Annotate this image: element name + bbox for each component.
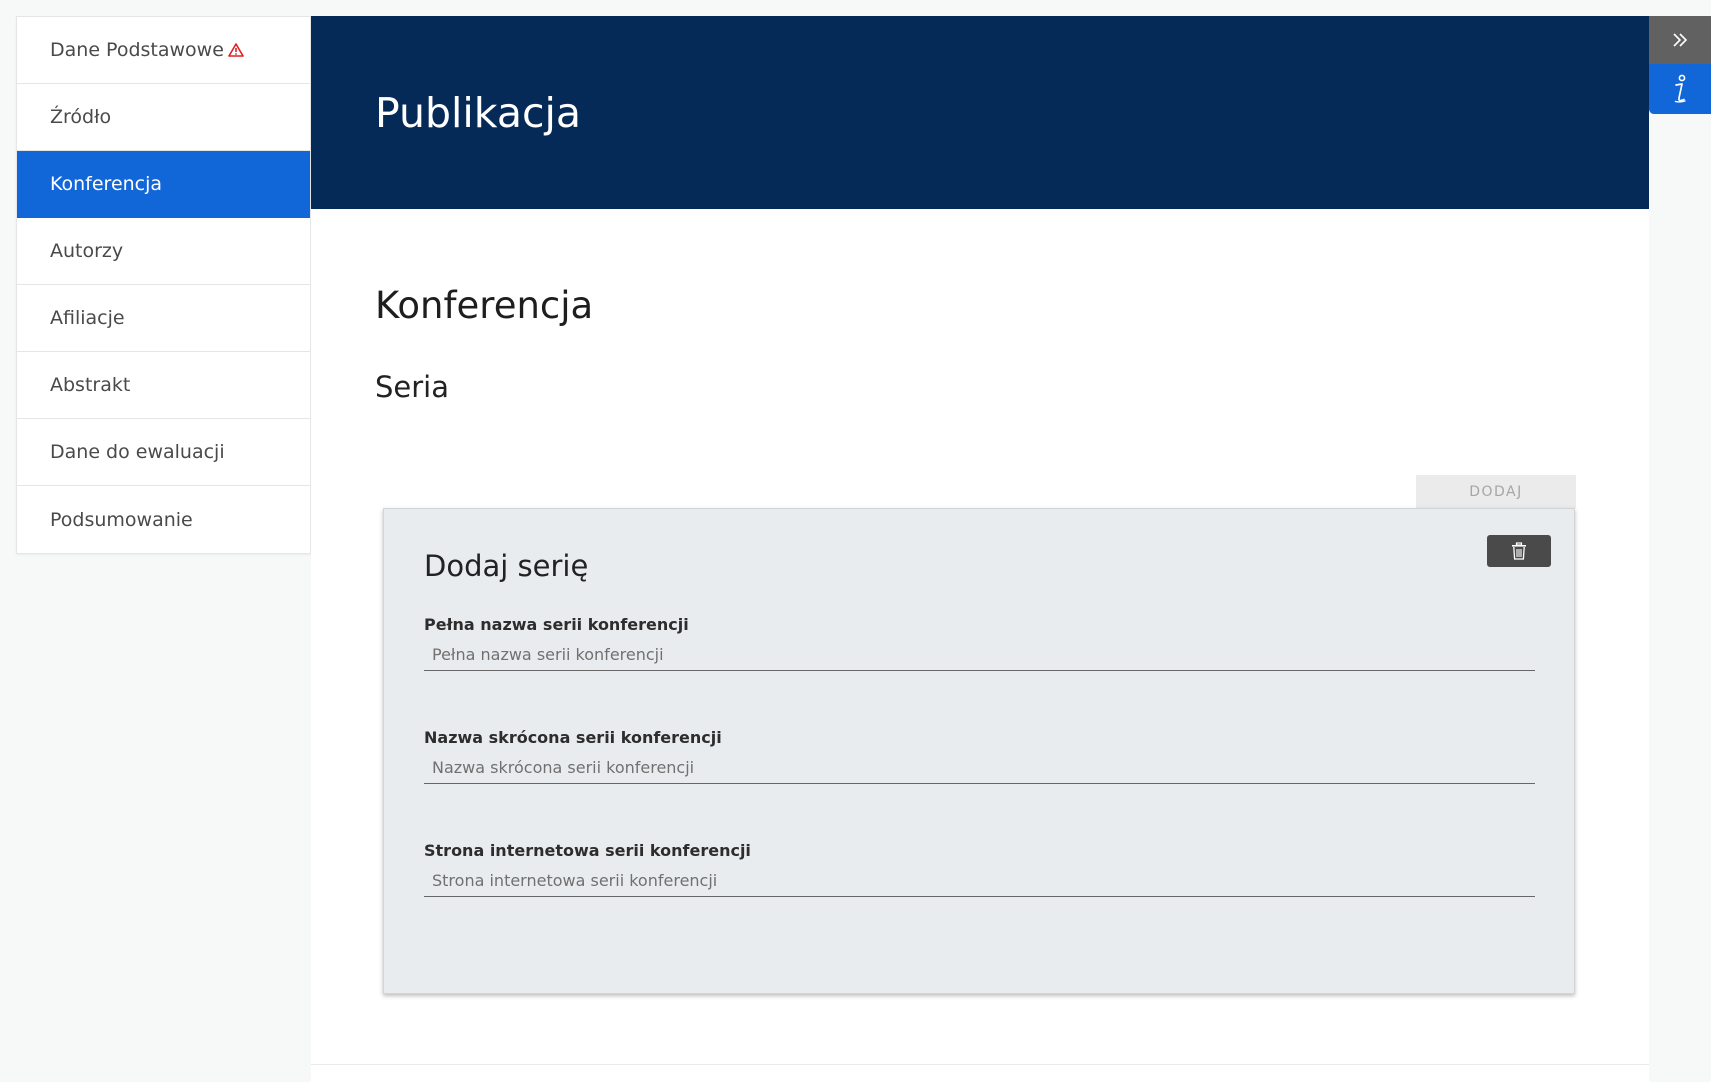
sidebar-item-podsumowanie[interactable]: Podsumowanie [17,486,310,553]
trash-icon [1512,542,1526,560]
short-name-input[interactable] [424,755,1535,784]
page: Dane Podstawowe Źródło Konferencja Autor… [0,0,1711,1082]
sidebar-item-label: Źródło [50,106,112,128]
page-header: Publikacja [311,16,1649,209]
delete-series-button[interactable] [1487,535,1551,567]
page-title: Publikacja [375,88,582,137]
info-icon [1674,74,1686,103]
sidebar-item-label: Dane do ewaluacji [50,441,225,463]
website-label: Strona internetowa serii konferencji [424,841,751,860]
section-title: Konferencja [375,284,594,327]
website-field-group: Strona internetowa serii konferencji [424,841,1535,897]
footer-divider [311,1064,1649,1065]
sidebar-item-label: Dane Podstawowe [50,39,224,61]
sidebar-item-afiliacje[interactable]: Afiliacje [17,285,310,352]
sidebar-item-label: Podsumowanie [50,508,193,531]
double-chevron-right-icon [1673,33,1688,47]
main-content: Publikacja Konferencja Seria DODAJ Dodaj… [311,16,1649,1082]
sidebar-item-zrodlo[interactable]: Źródło [17,84,310,151]
sidebar-item-label: Abstrakt [50,374,131,396]
subsection-title: Seria [375,370,450,404]
website-input[interactable] [424,868,1535,897]
sidebar-item-dane-do-ewaluacji[interactable]: Dane do ewaluacji [17,419,310,486]
warning-icon [228,43,244,57]
short-name-field-group: Nazwa skrócona serii konferencji [424,728,1535,784]
short-name-label: Nazwa skrócona serii konferencji [424,728,722,747]
full-name-input[interactable] [424,642,1535,671]
sidebar-item-dane-podstawowe[interactable]: Dane Podstawowe [17,17,310,84]
sidebar-item-abstrakt[interactable]: Abstrakt [17,352,310,419]
sidebar-item-konferencja[interactable]: Konferencja [17,151,310,218]
expand-panel-button[interactable] [1649,16,1711,64]
full-name-field-group: Pełna nazwa serii konferencji [424,615,1535,671]
sidebar-nav: Dane Podstawowe Źródło Konferencja Autor… [16,16,311,554]
info-button[interactable] [1649,64,1711,114]
full-name-label: Pełna nazwa serii konferencji [424,615,689,634]
card-title: Dodaj serię [424,549,589,583]
sidebar-item-label: Autorzy [50,240,124,262]
add-series-card: Dodaj serię Pełna nazwa serii konferencj… [383,508,1575,994]
sidebar-item-autorzy[interactable]: Autorzy [17,218,310,285]
sidebar-item-label: Afiliacje [50,307,125,329]
add-series-button[interactable]: DODAJ [1416,475,1576,508]
sidebar-item-label: Konferencja [50,173,163,195]
